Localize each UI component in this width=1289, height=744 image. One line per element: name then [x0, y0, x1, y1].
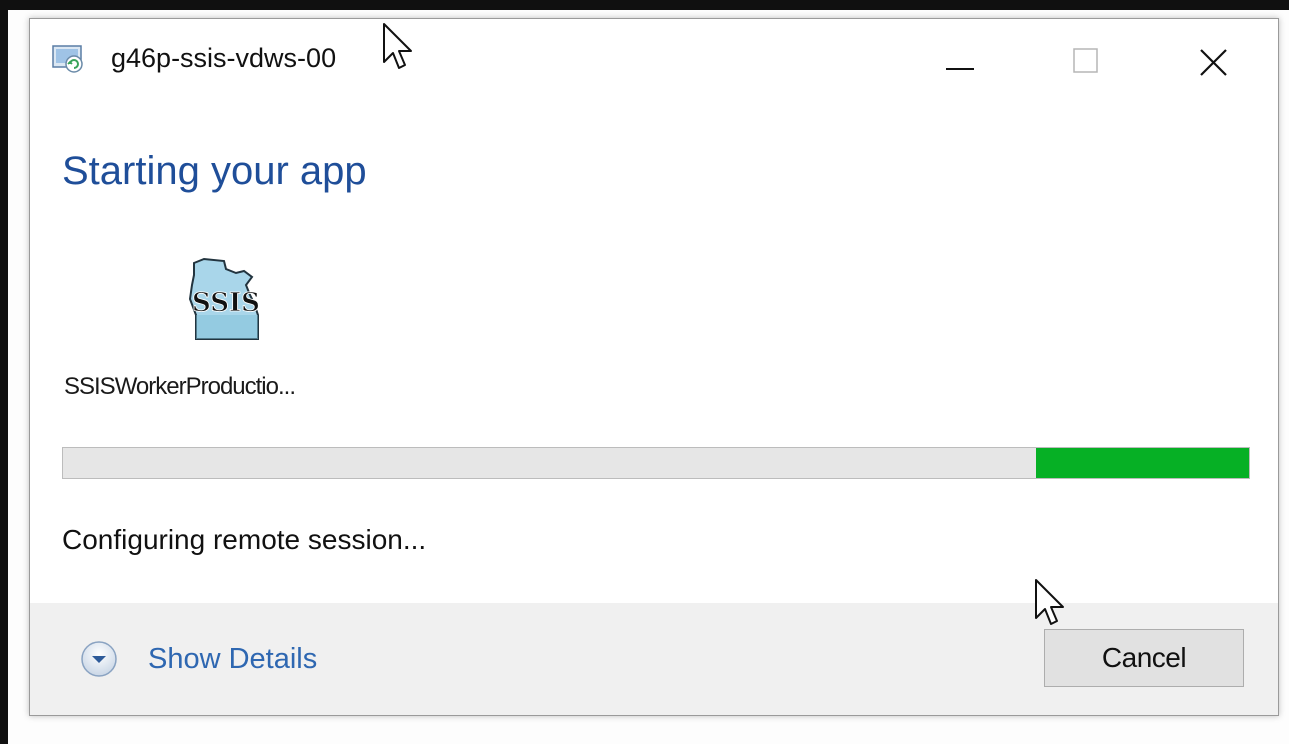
maximize-icon: [1073, 48, 1098, 73]
dialog-footer: Show Details Cancel: [30, 603, 1278, 715]
remote-desktop-icon: [52, 45, 83, 73]
ssis-icon-label: SSIS: [192, 288, 260, 318]
page-title: Starting your app: [62, 149, 367, 193]
show-details-toggle[interactable]: Show Details: [80, 637, 317, 681]
progress-bar-fill: [1035, 448, 1249, 478]
maximize-button[interactable]: [1027, 27, 1147, 99]
ssis-app-icon: SSIS: [188, 257, 260, 340]
chevron-down-circle-icon: [81, 641, 117, 677]
app-name-label: SSISWorkerProductio...: [64, 373, 296, 400]
close-button[interactable]: [1153, 27, 1273, 99]
remote-app-dialog: g46p-ssis-vdws-00 Starting your app SSIS…: [29, 18, 1279, 716]
progress-bar: [62, 447, 1250, 479]
show-details-label: Show Details: [148, 642, 318, 675]
window-title: g46p-ssis-vdws-00: [111, 43, 337, 73]
status-text: Configuring remote session...: [62, 524, 427, 555]
minimize-icon: [946, 68, 974, 70]
title-bar[interactable]: g46p-ssis-vdws-00: [30, 19, 1278, 107]
close-icon: [1200, 49, 1227, 76]
minimize-button[interactable]: [900, 27, 1020, 99]
cancel-button[interactable]: Cancel: [1044, 629, 1244, 687]
